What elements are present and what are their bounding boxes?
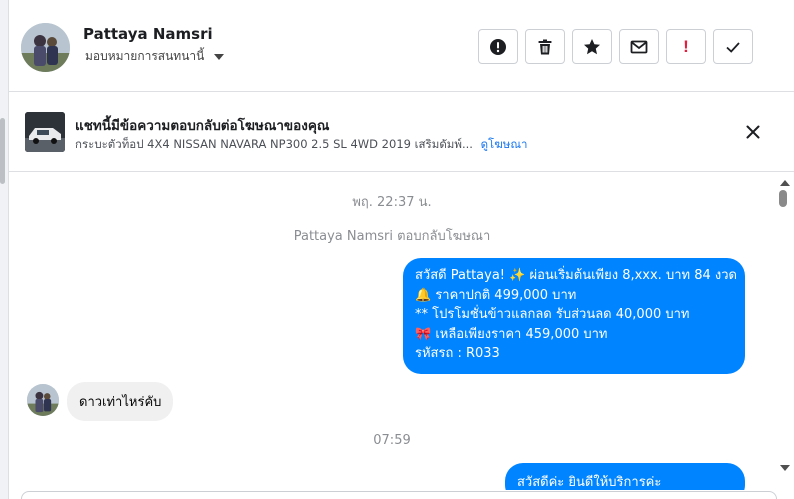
ad-banner-subtitle: กระบะตัวท็อป 4X4 NISSAN NAVARA NP300 2.5… [75, 136, 527, 154]
message-composer[interactable] [21, 491, 777, 499]
incoming-message[interactable]: ดาวเท่าไหร่คับ [67, 382, 174, 421]
message-timestamp: พฤ. 22:37 น. [352, 195, 432, 210]
conversation-header: Pattaya Namsri มอบหมายการสนทนานี้ ! [9, 0, 794, 92]
mark-unread-button[interactable] [619, 29, 659, 64]
star-icon [584, 38, 600, 54]
message-line: รหัสรถ : R033 [415, 346, 500, 361]
left-scrollbar[interactable] [0, 0, 9, 499]
scroll-down-arrow-icon[interactable] [780, 465, 790, 471]
avatar[interactable] [21, 23, 70, 72]
trash-icon [538, 39, 552, 54]
left-scrollbar-thumb[interactable] [0, 118, 5, 184]
outgoing-message[interactable]: สวัสดี Pattaya! ✨ ผ่อนเริ่มต้นเพียง 8,xx… [403, 258, 745, 374]
messenger-window: Pattaya Namsri มอบหมายการสนทนานี้ ! แชทน… [0, 0, 794, 499]
exclamation-icon: ! [683, 36, 689, 56]
envelope-icon [630, 40, 648, 53]
follow-up-button[interactable]: ! [666, 29, 706, 64]
scroll-up-arrow-icon[interactable] [780, 180, 790, 186]
message-line: 🔔 ราคาปกติ 499,000 บาท [415, 287, 577, 303]
avatar[interactable] [27, 384, 59, 416]
ad-banner-title: แชทนี้มีข้อความตอบกลับต่อโฆษณาของคุณ [75, 118, 330, 134]
message-timestamp: 07:59 [373, 433, 411, 448]
contact-name: Pattaya Namsri [83, 25, 213, 43]
alert-circle-icon [490, 38, 506, 55]
delete-button[interactable] [525, 29, 565, 64]
assign-label: มอบหมายการสนทนานี้ [85, 49, 205, 63]
message-line: สวัสดี Pattaya! ✨ ผ่อนเริ่มต้นเพียง 8,xx… [415, 268, 737, 283]
message-line: ** โปรโมชั่นข้าวแลกลด รับส่วนลด 40,000 บ… [415, 307, 690, 322]
mark-spam-button[interactable] [478, 29, 518, 64]
check-icon [726, 41, 740, 53]
message-thread[interactable]: พฤ. 22:37 น. Pattaya Namsri ตอบกลับโฆษณา… [9, 172, 775, 490]
view-ad-link[interactable]: ดูโฆษณา [481, 137, 528, 151]
close-icon[interactable] [745, 124, 761, 140]
ad-reply-banner: แชทนี้มีข้อความตอบกลับต่อโฆษณาของคุณ กระ… [9, 92, 794, 172]
chevron-down-icon [214, 53, 225, 60]
message-line: 🎀 เหลือเพียงราคา 459,000 บาท [415, 326, 608, 342]
scrollbar-thumb[interactable] [779, 190, 787, 207]
assign-conversation-dropdown[interactable]: มอบหมายการสนทนานี้ [85, 47, 225, 66]
ad-thumbnail[interactable] [25, 112, 65, 152]
header-actions: ! [478, 29, 753, 64]
ad-description: กระบะตัวท็อป 4X4 NISSAN NAVARA NP300 2.5… [75, 137, 473, 151]
thread-scrollbar[interactable] [776, 172, 794, 482]
star-button[interactable] [572, 29, 612, 64]
outgoing-message[interactable]: สวัสดีค่ะ ยินดีให้บริการค่ะ [505, 463, 745, 490]
ad-reply-note: Pattaya Namsri ตอบกลับโฆษณา [293, 229, 491, 244]
mark-done-button[interactable] [713, 29, 753, 64]
